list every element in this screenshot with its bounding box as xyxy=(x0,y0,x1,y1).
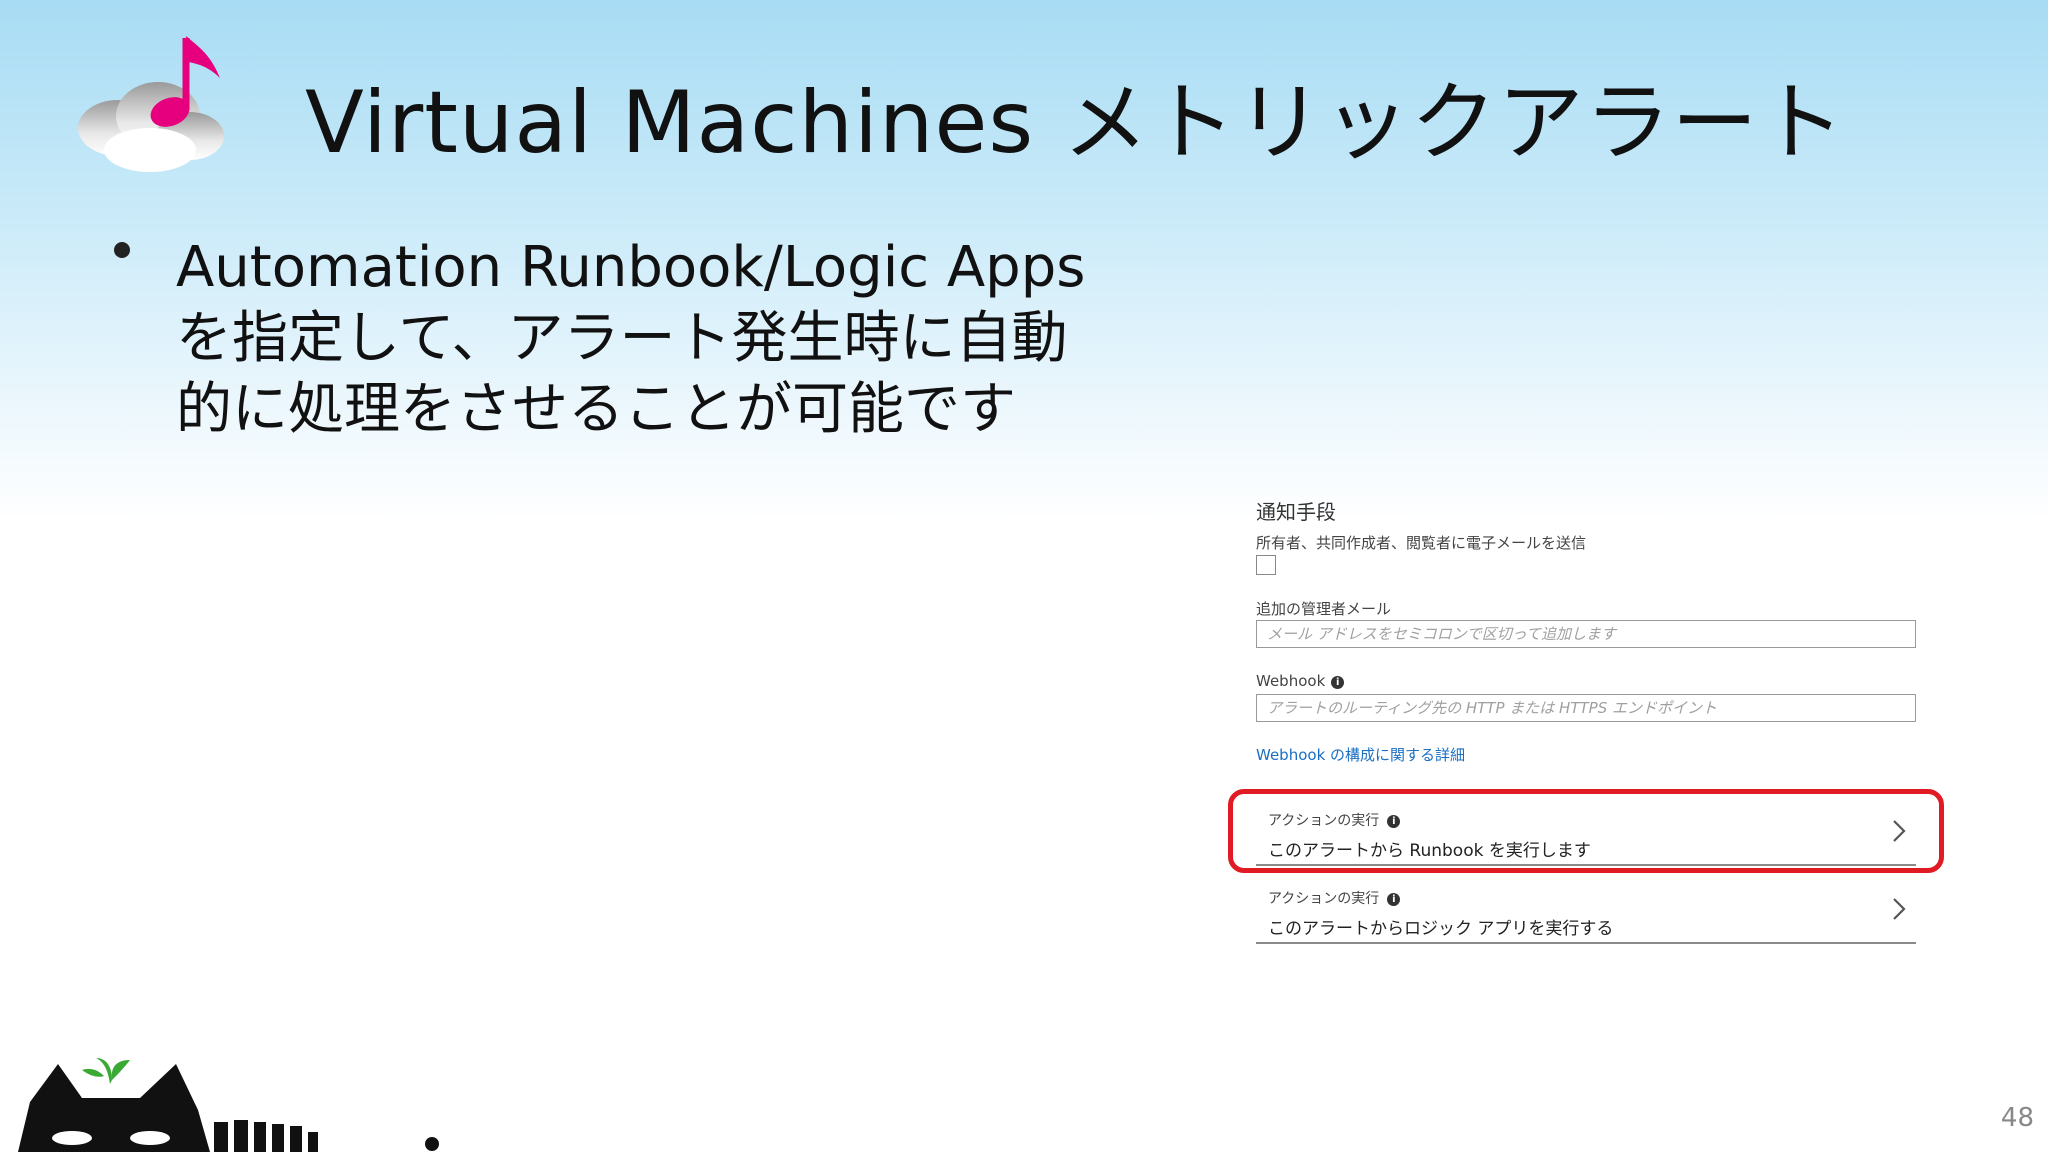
action-description: このアラートからロジック アプリを実行する xyxy=(1268,919,1614,939)
webhook-label-row: Webhook i xyxy=(1256,672,1345,690)
owner-email-label: 所有者、共同作成者、閲覧者に電子メールを送信 xyxy=(1256,534,1587,552)
owner-email-checkbox[interactable] xyxy=(1256,555,1276,575)
chevron-right-icon xyxy=(1893,898,1906,920)
run-runbook-action[interactable]: アクションの実行 i このアラートから Runbook を実行します xyxy=(1256,796,1916,866)
bullet-text: Automation Runbook/Logic Apps を指定して、アラート… xyxy=(176,232,1156,445)
bullet-dot xyxy=(114,242,130,258)
notification-heading: 通知手段 xyxy=(1256,500,1336,524)
action-description: このアラートから Runbook を実行します xyxy=(1268,841,1591,861)
music-note-cloud-icon xyxy=(78,36,224,172)
info-icon[interactable]: i xyxy=(1387,815,1401,828)
bullet-line: Automation Runbook/Logic Apps xyxy=(176,235,1086,300)
info-icon[interactable]: i xyxy=(1387,893,1401,906)
bullet-line: を指定して、アラート発生時に自動 xyxy=(176,306,1068,371)
action-label: アクションの実行 xyxy=(1268,891,1380,907)
info-icon[interactable]: i xyxy=(1331,676,1345,689)
admin-email-label: 追加の管理者メール xyxy=(1256,600,1392,618)
webhook-label: Webhook xyxy=(1256,672,1326,690)
black-cat-sprout-icon xyxy=(18,1058,439,1152)
notification-settings-panel: 通知手段 所有者、共同作成者、閲覧者に電子メールを送信 追加の管理者メール We… xyxy=(1238,486,1958,956)
page-number: 48 xyxy=(2000,1103,2034,1133)
action-label-row: アクションの実行 i xyxy=(1268,888,1401,908)
action-label-row: アクションの実行 i xyxy=(1268,810,1401,830)
admin-email-input[interactable] xyxy=(1256,620,1916,648)
webhook-input[interactable] xyxy=(1256,694,1916,722)
bullet-line: 的に処理をさせることが可能です xyxy=(176,377,1016,442)
chevron-right-icon xyxy=(1893,820,1906,842)
action-label: アクションの実行 xyxy=(1268,813,1380,829)
slide-title: Virtual Machines メトリックアラート xyxy=(305,73,1846,173)
webhook-details-link[interactable]: Webhook の構成に関する詳細 xyxy=(1256,744,1465,765)
run-logic-app-action[interactable]: アクションの実行 i このアラートからロジック アプリを実行する xyxy=(1256,874,1916,944)
